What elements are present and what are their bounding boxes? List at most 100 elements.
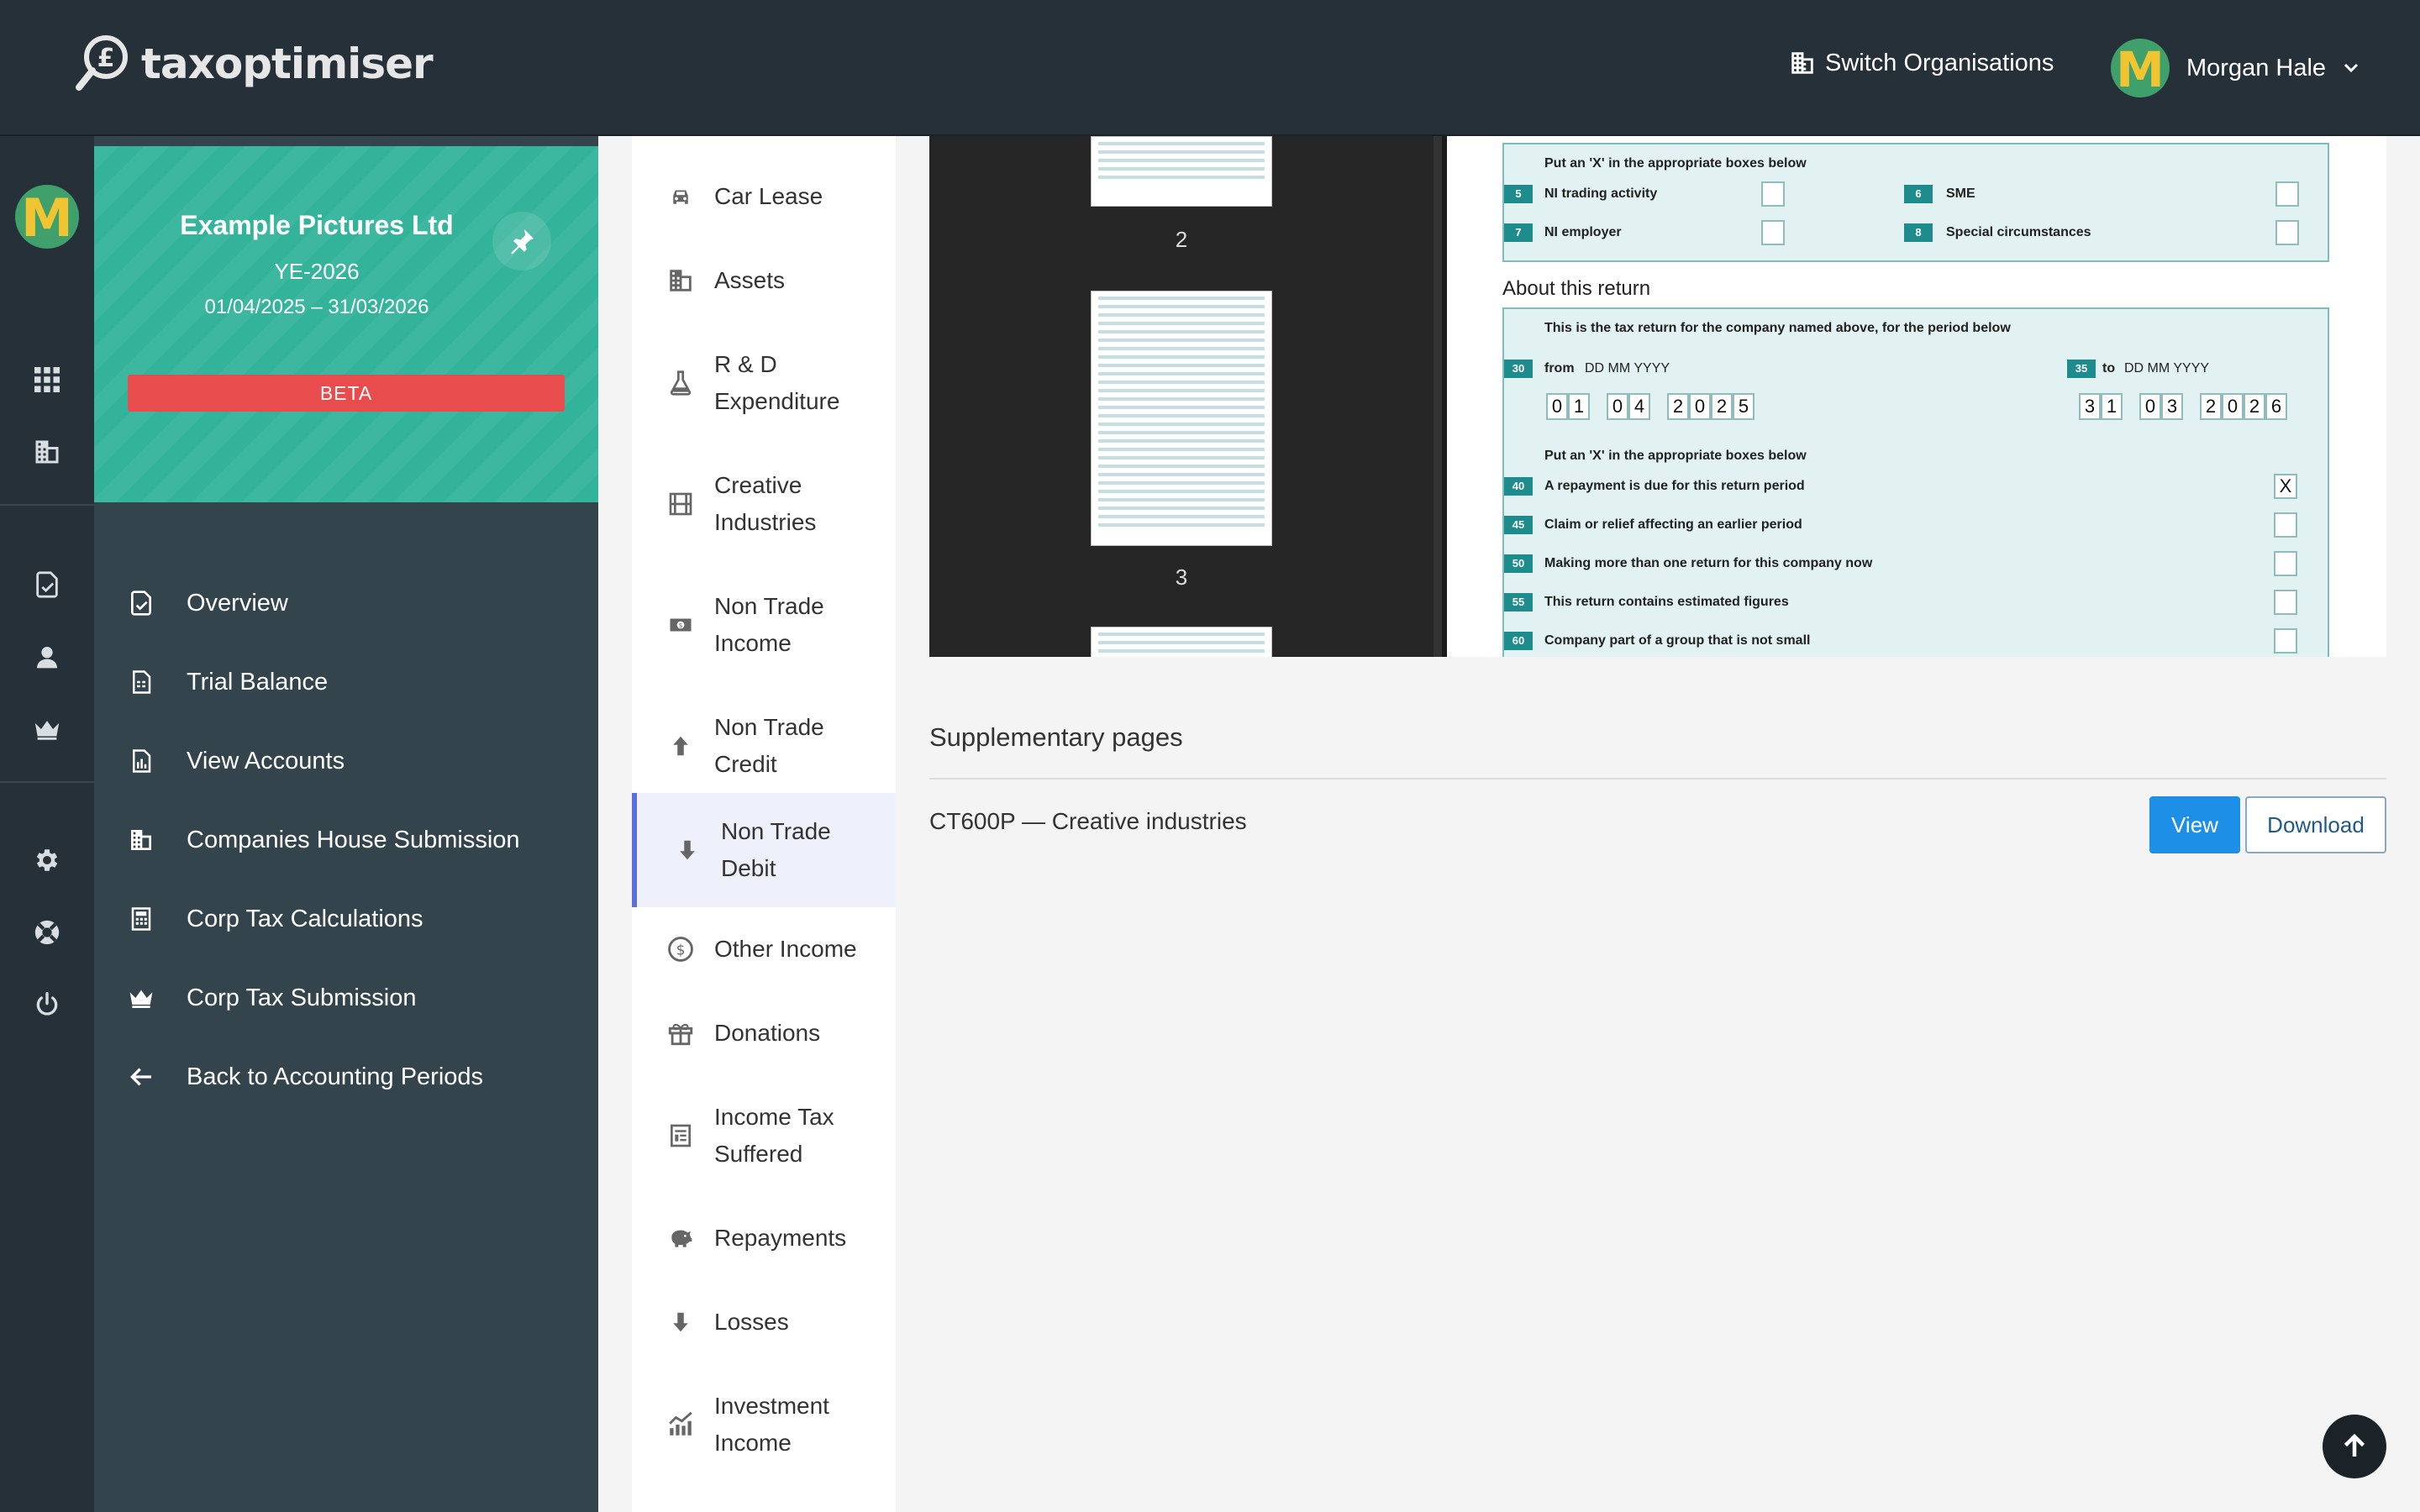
- submenu-item-donations[interactable]: Donations: [632, 991, 896, 1075]
- gift-icon: [666, 1018, 696, 1048]
- view-button[interactable]: View: [2149, 796, 2240, 853]
- box-number: 55: [1504, 593, 1533, 612]
- company-card: Example Pictures Ltd YE-2026 01/04/2025 …: [94, 146, 598, 502]
- submenu-item-creative-industries[interactable]: Creative Industries: [632, 444, 896, 564]
- submenu-item-other-income[interactable]: $ Other Income: [632, 907, 896, 991]
- film-icon: [666, 489, 696, 519]
- form-section-indicators: Put an 'X' in the appropriate boxes belo…: [1502, 143, 2329, 262]
- flask-icon: [666, 368, 696, 398]
- submenu-item-income-tax-suffered[interactable]: Income Tax Suffered: [632, 1075, 896, 1196]
- logo[interactable]: £ taxoptimiser: [74, 32, 434, 96]
- avatar[interactable]: M: [15, 185, 79, 249]
- crown-icon[interactable]: [30, 712, 64, 746]
- lifebuoy-icon[interactable]: [30, 916, 64, 949]
- form-text: NI trading activity: [1544, 186, 1658, 201]
- box-number: 45: [1504, 516, 1533, 534]
- submenu-item-label: Non Trade Income: [714, 593, 824, 656]
- date-digit: 1: [1568, 393, 1590, 420]
- submenu-item-label: Income Tax Suffered: [714, 1104, 834, 1167]
- top-bar: £ taxoptimiser Switch Organisations M Mo…: [0, 0, 2420, 136]
- download-button[interactable]: Download: [2245, 796, 2386, 853]
- building-icon[interactable]: [30, 435, 64, 469]
- sidebar-item-back-to-accounting-periods[interactable]: Back to Accounting Periods: [126, 1052, 483, 1102]
- sidebar-item-trial-balance[interactable]: Trial Balance: [126, 657, 328, 707]
- dollar-circle-icon: $: [666, 934, 696, 964]
- submenu-item-label: Other Income: [714, 936, 857, 962]
- submenu-item-losses[interactable]: Losses: [632, 1280, 896, 1364]
- sidebar-item-label: Companies House Submission: [187, 826, 520, 853]
- receipt-icon: [666, 1121, 696, 1151]
- form-checkbox: [2274, 590, 2297, 615]
- submenu-item-non-trade-debit[interactable]: Non Trade Debit: [632, 793, 896, 907]
- document-check-icon[interactable]: [30, 568, 64, 601]
- date-digit: 6: [2265, 393, 2287, 420]
- box-number: 7: [1504, 223, 1533, 242]
- page-thumbnails[interactable]: 2 3: [929, 136, 1434, 657]
- form-text: DD MM YYYY: [1585, 361, 1670, 375]
- date-digit: 5: [1733, 393, 1754, 420]
- pin-button[interactable]: [492, 212, 551, 270]
- gear-icon[interactable]: [30, 843, 64, 877]
- form-text: Claim or relief affecting an earlier per…: [1544, 517, 1802, 532]
- page-thumbnail[interactable]: [1091, 627, 1272, 657]
- user-menu[interactable]: M Morgan Hale: [2111, 39, 2361, 97]
- date-digit: 3: [2161, 393, 2183, 420]
- car-icon: [666, 181, 696, 212]
- box-number: 60: [1504, 632, 1533, 650]
- date-digit: 0: [2222, 393, 2244, 420]
- sidebar-item-label: Trial Balance: [187, 668, 329, 696]
- submenu-item-assets[interactable]: Assets: [632, 239, 896, 323]
- submenu-item-label: Investment Income: [714, 1393, 829, 1456]
- submenu-item-label: Creative Industries: [714, 472, 817, 535]
- submenu-item-label: Non Trade Credit: [714, 714, 824, 777]
- crown-icon: [126, 983, 156, 1013]
- date-digit: 1: [2101, 393, 2123, 420]
- box-number: 50: [1504, 554, 1533, 573]
- beta-badge: BETA: [128, 375, 565, 412]
- sidebar-item-label: View Accounts: [187, 747, 345, 774]
- chart-up-icon: [666, 1410, 696, 1440]
- sidebar-item-corp-tax-submission[interactable]: Corp Tax Submission: [126, 973, 416, 1023]
- box-number: 6: [1904, 185, 1933, 203]
- submenu: Car Lease Assets R & D Expenditure Creat…: [632, 136, 896, 1512]
- company-name: Example Pictures Ltd: [180, 210, 454, 240]
- scroll-to-top-button[interactable]: [2323, 1415, 2386, 1478]
- form-text: Making more than one return for this com…: [1544, 556, 1873, 570]
- divider: [929, 778, 2386, 780]
- sidebar-item-corp-tax-calculations[interactable]: Corp Tax Calculations: [126, 894, 424, 944]
- submenu-item-investment-income[interactable]: Investment Income: [632, 1364, 896, 1485]
- form-text: Special circumstances: [1946, 225, 2091, 239]
- submenu-item-car-lease[interactable]: Car Lease: [632, 155, 896, 239]
- document-viewer[interactable]: 2 3 Put an 'X' in the appropriate boxes …: [929, 136, 2386, 657]
- submenu-item-rd-expenditure[interactable]: R & D Expenditure: [632, 323, 896, 444]
- form-checkbox: [2274, 551, 2297, 576]
- svg-text:£: £: [97, 44, 115, 73]
- form-text: SME: [1946, 186, 1975, 201]
- power-icon[interactable]: [30, 988, 64, 1021]
- building-icon: [666, 265, 696, 296]
- building-icon: [126, 825, 156, 855]
- apps-grid-icon[interactable]: [30, 363, 64, 396]
- sidebar-item-view-accounts[interactable]: View Accounts: [126, 736, 345, 786]
- sidebar-item-label: Back to Accounting Periods: [187, 1063, 484, 1090]
- submenu-item-label: Assets: [714, 267, 786, 293]
- submenu-item-non-trade-credit[interactable]: Non Trade Credit: [632, 685, 896, 806]
- page-thumbnail[interactable]: [1091, 136, 1272, 207]
- building-icon: [1791, 52, 1813, 74]
- cash-icon: $: [666, 610, 696, 640]
- submenu-item-non-trade-income[interactable]: $ Non Trade Income: [632, 564, 896, 685]
- date-digit: 2: [1711, 393, 1733, 420]
- piggy-bank-icon: [666, 1223, 696, 1253]
- box-number: 5: [1504, 185, 1533, 203]
- user-icon[interactable]: [30, 640, 64, 674]
- form-section-about-return: This is the tax return for the company n…: [1502, 307, 2329, 657]
- pin-icon: [511, 228, 534, 255]
- form-text: Put an 'X' in the appropriate boxes belo…: [1544, 156, 1807, 171]
- switch-organisations-button[interactable]: Switch Organisations: [1788, 49, 2054, 77]
- submenu-item-repayments[interactable]: Repayments: [632, 1196, 896, 1280]
- page-thumbnail[interactable]: [1091, 291, 1272, 546]
- box-number: 8: [1904, 223, 1933, 242]
- sidebar-item-overview[interactable]: Overview: [126, 578, 288, 628]
- document-check-icon: [126, 588, 156, 618]
- sidebar-item-companies-house[interactable]: Companies House Submission: [126, 815, 520, 865]
